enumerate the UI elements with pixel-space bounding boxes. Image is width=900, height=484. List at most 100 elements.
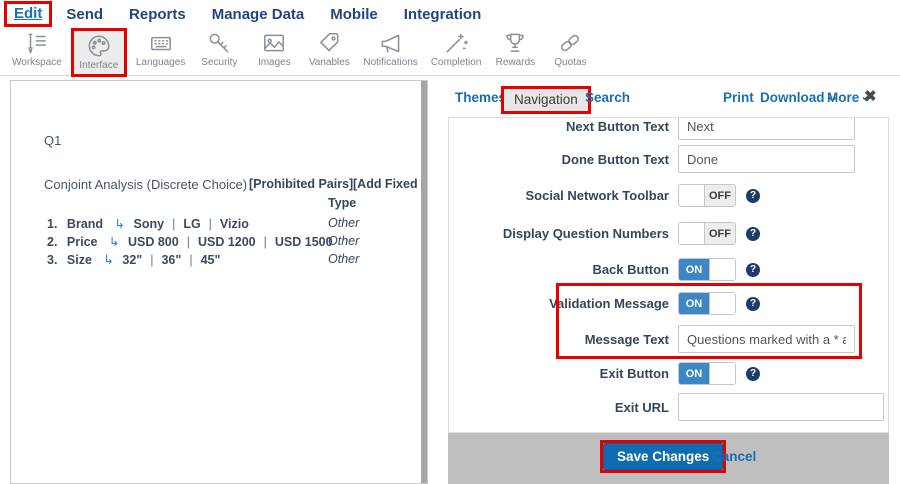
toolbar-item-workspace[interactable]: Workspace bbox=[8, 28, 66, 71]
prohibited-pairs-link[interactable]: [Prohibited Pairs] bbox=[249, 177, 353, 191]
help-icon[interactable]: ? bbox=[746, 189, 760, 203]
message-text-input[interactable] bbox=[678, 325, 855, 353]
close-icon[interactable]: ✖ bbox=[864, 87, 877, 105]
toolbar-item-label: Interface bbox=[79, 60, 118, 71]
toolbar-item-quotas[interactable]: Quotas bbox=[545, 28, 595, 71]
tab-themes[interactable]: Themes bbox=[455, 90, 506, 105]
level-value: LG bbox=[183, 217, 200, 231]
attribute-name[interactable]: Price bbox=[67, 235, 98, 249]
panel-footer: Save Changes Cancel bbox=[448, 433, 889, 484]
type-column-header: Type bbox=[328, 196, 356, 210]
tab-search[interactable]: Search bbox=[585, 90, 630, 105]
preview-scrollbar[interactable] bbox=[421, 81, 427, 483]
nav-item-integration[interactable]: Integration bbox=[404, 6, 482, 23]
row-index: 3. bbox=[47, 253, 57, 267]
toolbar-item-languages[interactable]: Languages bbox=[132, 28, 190, 71]
field-label: Back Button bbox=[449, 262, 669, 277]
workspace-icon bbox=[24, 30, 50, 56]
attribute-row: 2. Price ↳ USD 800|USD 1200|USD 1500 bbox=[47, 234, 333, 249]
toggle-state-label: ON bbox=[679, 363, 709, 384]
nav-item-send[interactable]: Send bbox=[66, 6, 103, 23]
form-row-done-button-text: Done Button Text bbox=[449, 145, 888, 173]
done-button-text-input[interactable] bbox=[678, 145, 855, 173]
annotation-box-interface: Interface bbox=[71, 28, 127, 77]
field-label: Message Text bbox=[449, 332, 669, 347]
cancel-link[interactable]: Cancel bbox=[712, 449, 756, 464]
more-label: More bbox=[827, 90, 859, 105]
help-icon[interactable]: ? bbox=[746, 367, 760, 381]
form-row-social-network-toolbar: Social Network Toolbar OFF ? bbox=[449, 184, 888, 207]
toggle-state-label: OFF bbox=[705, 223, 735, 244]
toolbar-item-security[interactable]: Security bbox=[194, 28, 244, 71]
nav-item-manage-data[interactable]: Manage Data bbox=[212, 6, 305, 23]
row-type: Other bbox=[328, 252, 359, 266]
tab-navigation[interactable]: Navigation bbox=[504, 89, 588, 111]
toolbar-item-variables[interactable]: Variables bbox=[304, 28, 354, 71]
back-button-toggle[interactable]: ON bbox=[678, 258, 736, 281]
nav-item-mobile[interactable]: Mobile bbox=[330, 6, 378, 23]
next-button-text-input[interactable] bbox=[678, 117, 855, 140]
help-icon[interactable]: ? bbox=[746, 263, 760, 277]
toolbar-item-completion[interactable]: Completion bbox=[427, 28, 486, 71]
row-type: Other bbox=[328, 234, 359, 248]
level-arrow-icon: ↳ bbox=[103, 253, 113, 267]
attribute-row: 1. Brand ↳ Sony|LG|Vizio bbox=[47, 216, 249, 231]
toggle-state-label: ON bbox=[679, 259, 709, 280]
nav-item-reports[interactable]: Reports bbox=[129, 6, 186, 23]
validation-message-toggle[interactable]: ON bbox=[678, 292, 736, 315]
toolbar-item-label: Variables bbox=[309, 57, 350, 68]
level-value: USD 800 bbox=[128, 235, 179, 249]
row-index: 1. bbox=[47, 217, 57, 231]
help-icon[interactable]: ? bbox=[746, 227, 760, 241]
level-arrow-icon: ↳ bbox=[115, 217, 125, 231]
toolbar-item-label: Languages bbox=[136, 57, 186, 68]
edit-toolbar: Workspace Interface Languages Security bbox=[0, 28, 900, 76]
save-changes-button[interactable]: Save Changes bbox=[603, 443, 723, 470]
toolbar-item-label: Rewards bbox=[496, 57, 535, 68]
level-value: 45" bbox=[201, 253, 221, 267]
attribute-name[interactable]: Brand bbox=[67, 217, 103, 231]
social-network-toolbar-toggle[interactable]: OFF bbox=[678, 184, 736, 207]
level-value: USD 1500 bbox=[275, 235, 333, 249]
help-icon[interactable]: ? bbox=[746, 297, 760, 311]
display-question-numbers-toggle[interactable]: OFF bbox=[678, 222, 736, 245]
level-value: 32" bbox=[122, 253, 142, 267]
annotation-box-edit: Edit bbox=[4, 1, 52, 27]
field-label: Exit URL bbox=[449, 400, 669, 415]
add-fixed-tasks-link[interactable]: [Add Fixed Tasks] bbox=[353, 177, 428, 191]
attribute-row: 3. Size ↳ 32"|36"|45" bbox=[47, 252, 220, 267]
download-label: Download bbox=[760, 90, 825, 105]
attribute-name[interactable]: Size bbox=[67, 253, 92, 267]
exit-url-input[interactable] bbox=[678, 393, 884, 421]
toolbar-item-images[interactable]: Images bbox=[249, 28, 299, 71]
toolbar-item-rewards[interactable]: Rewards bbox=[490, 28, 540, 71]
languages-icon bbox=[148, 30, 174, 56]
row-type: Other bbox=[328, 216, 359, 230]
nav-item-edit[interactable]: Edit bbox=[14, 5, 42, 22]
annotation-box-navigation: Navigation bbox=[501, 86, 591, 114]
toggle-state-label: ON bbox=[679, 293, 709, 314]
toolbar-item-notifications[interactable]: Notifications bbox=[359, 28, 421, 71]
top-nav: Edit Send Reports Manage Data Mobile Int… bbox=[0, 0, 900, 28]
print-link[interactable]: Print bbox=[723, 90, 754, 105]
field-label: Validation Message bbox=[449, 296, 669, 311]
notifications-icon bbox=[378, 30, 404, 56]
survey-preview-panel: Q1 Conjoint Analysis (Discrete Choice) [… bbox=[10, 80, 428, 484]
form-row-back-button: Back Button ON ? bbox=[449, 258, 888, 281]
exit-button-toggle[interactable]: ON bbox=[678, 362, 736, 385]
toggle-knob bbox=[709, 259, 735, 280]
level-value: 36" bbox=[161, 253, 181, 267]
download-link[interactable]: Download bbox=[760, 90, 837, 105]
form-row-message-text: Message Text bbox=[449, 325, 888, 353]
level-value: Vizio bbox=[220, 217, 249, 231]
toggle-knob bbox=[679, 223, 705, 244]
security-icon bbox=[206, 30, 232, 56]
level-value: Sony bbox=[134, 217, 165, 231]
toolbar-item-label: Workspace bbox=[12, 57, 62, 68]
toggle-knob bbox=[679, 185, 705, 206]
annotation-box-save: Save Changes bbox=[600, 440, 726, 473]
form-row-next-button-text: Next Button Text bbox=[449, 117, 888, 140]
level-separator: | bbox=[187, 235, 190, 249]
field-label: Display Question Numbers bbox=[449, 226, 669, 241]
toolbar-item-interface[interactable]: Interface bbox=[74, 31, 124, 74]
